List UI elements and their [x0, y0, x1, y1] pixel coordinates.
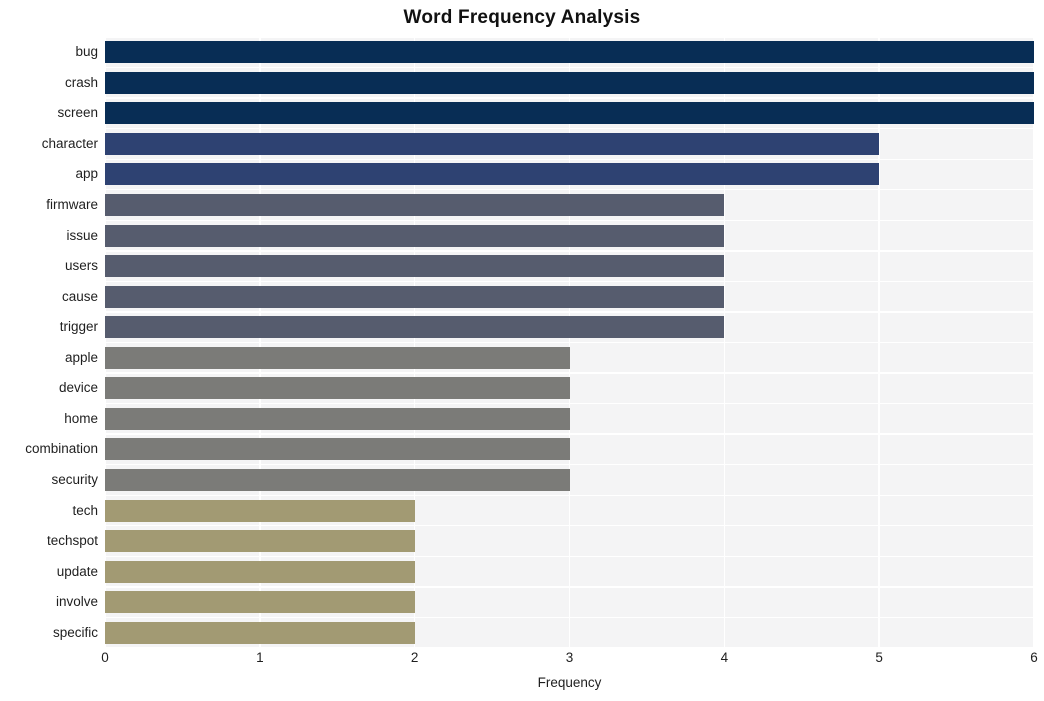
horizontal-gridline — [105, 616, 1034, 619]
bar — [105, 224, 725, 247]
horizontal-gridline — [105, 402, 1034, 405]
bar — [105, 377, 570, 400]
x-axis-tick-labels: 0 1 2 3 4 5 6 — [101, 650, 1038, 672]
y-tick-label: trigger — [59, 319, 98, 335]
chart-title: Word Frequency Analysis — [403, 7, 641, 28]
y-tick-label: users — [64, 258, 98, 274]
y-tick-label: device — [58, 380, 98, 396]
plot-area — [104, 36, 1035, 649]
horizontal-gridline — [105, 250, 1034, 252]
bar — [105, 560, 415, 583]
horizontal-gridline — [105, 97, 1034, 99]
y-tick-label: update — [56, 563, 98, 579]
bar — [105, 407, 570, 430]
y-tick-label: crash — [64, 74, 98, 90]
horizontal-gridline — [105, 311, 1034, 313]
bar — [105, 346, 570, 369]
bar — [105, 438, 570, 461]
y-tick-label: specific — [52, 624, 98, 640]
bar — [105, 255, 725, 278]
horizontal-gridline — [105, 647, 1034, 649]
bar — [105, 499, 415, 522]
horizontal-gridline — [105, 158, 1034, 160]
y-tick-label: app — [75, 166, 98, 182]
horizontal-gridline — [105, 372, 1034, 374]
horizontal-gridline — [105, 219, 1034, 221]
horizontal-gridline — [105, 586, 1034, 588]
x-tick-label: 0 — [101, 650, 109, 665]
bar — [105, 468, 570, 491]
horizontal-gridline — [105, 555, 1034, 558]
x-tick-label: 3 — [565, 650, 574, 665]
y-tick-label: tech — [72, 502, 98, 518]
y-axis-tick-labels: bug crash screen character app firmware issue u… — [0, 37, 98, 648]
bar — [105, 41, 1034, 64]
horizontal-gridline — [105, 341, 1034, 344]
horizontal-gridline — [105, 127, 1034, 130]
bar — [105, 591, 415, 614]
y-tick-label: involve — [55, 594, 98, 610]
horizontal-gridline — [105, 494, 1034, 496]
horizontal-gridline — [105, 433, 1034, 435]
y-tick-label: character — [41, 135, 98, 151]
bar — [105, 194, 725, 217]
horizontal-gridline — [105, 280, 1034, 283]
x-tick-label: 4 — [720, 650, 729, 665]
x-tick-label: 1 — [256, 650, 264, 665]
bar — [105, 285, 725, 308]
y-tick-label: home — [64, 410, 98, 426]
bar — [105, 71, 1034, 94]
horizontal-gridline — [105, 189, 1034, 191]
bar — [105, 316, 725, 339]
bar — [105, 163, 880, 186]
y-tick-label: techspot — [46, 533, 98, 549]
horizontal-gridline — [105, 464, 1034, 466]
bar — [105, 621, 415, 644]
bar — [105, 102, 1034, 125]
x-tick-label: 6 — [1030, 650, 1038, 665]
y-tick-label: security — [51, 471, 98, 487]
bar — [105, 530, 415, 553]
y-tick-label: combination — [25, 441, 98, 457]
x-axis-label: Frequency — [537, 675, 602, 690]
horizontal-gridline — [105, 66, 1034, 69]
horizontal-gridline — [105, 525, 1034, 527]
bar — [105, 132, 880, 155]
y-tick-label: bug — [75, 44, 98, 60]
y-tick-label: issue — [66, 227, 98, 243]
horizontal-gridline — [105, 36, 1034, 38]
y-tick-label: apple — [64, 349, 98, 365]
y-tick-label: firmware — [46, 197, 98, 213]
y-tick-label: screen — [57, 105, 98, 121]
chart-figure: Word Frequency Analysis bug crash screen ch… — [0, 0, 1044, 701]
y-tick-label: cause — [61, 288, 98, 304]
x-tick-label: 5 — [875, 650, 883, 665]
x-tick-label: 2 — [410, 650, 419, 665]
